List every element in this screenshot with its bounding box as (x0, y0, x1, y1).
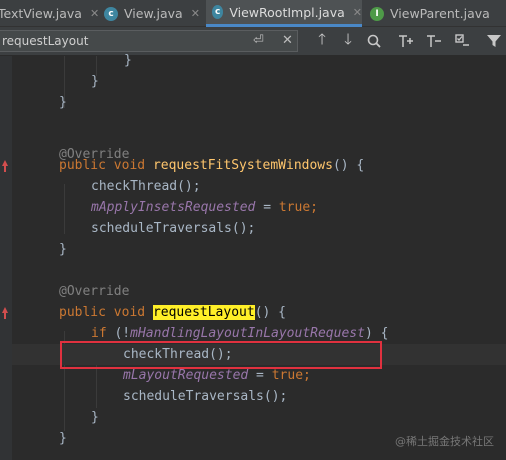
code-line: } (59, 242, 67, 257)
code-line: mApplyInsetsRequested = true; (91, 200, 318, 215)
tab-view[interactable]: c View.java ✕ (104, 0, 200, 27)
java-interface-icon: I (370, 6, 384, 21)
next-occurrence-button[interactable]: 🡓 (338, 30, 358, 51)
tab-textview[interactable]: TextView.java ✕ (0, 0, 99, 27)
previous-occurrence-button[interactable]: 🡑 (312, 30, 332, 51)
annotation-highlight-box (60, 341, 382, 369)
tab-viewparent[interactable]: I ViewParent.java (366, 0, 506, 27)
clear-icon[interactable]: ✕ (282, 33, 293, 49)
tab-label: ViewParent.java (390, 6, 490, 21)
code-line: scheduleTraversals(); (123, 389, 288, 404)
close-tab-icon[interactable]: ✕ (353, 6, 362, 19)
java-class-icon: c (104, 6, 118, 21)
remove-occurrence-icon[interactable] (424, 31, 444, 51)
close-tab-icon[interactable]: ✕ (191, 7, 200, 20)
code-line: scheduleTraversals(); (91, 221, 256, 236)
java-class-icon: c (212, 5, 224, 19)
editor-tab-bar: TextView.java ✕ c View.java ✕ c ViewRoot… (0, 0, 506, 27)
select-all-occurrences-icon[interactable] (452, 31, 472, 51)
new-line-icon[interactable]: ⏎ (253, 33, 264, 49)
tab-label: ViewRootImpl.java (229, 4, 345, 20)
close-tab-icon[interactable]: ✕ (90, 7, 99, 20)
tab-label: View.java (124, 6, 183, 21)
find-all-icon[interactable] (364, 31, 384, 51)
watermark: @稀土掘金技术社区 (395, 435, 494, 448)
code-line: @Override (59, 284, 130, 299)
tab-viewrootimpl[interactable]: c ViewRootImpl.java ✕ (206, 0, 362, 27)
tab-label: TextView.java (0, 6, 82, 21)
code-line: } (124, 53, 132, 68)
overriding-method-icon[interactable] (0, 307, 9, 319)
editor-gutter (0, 56, 12, 460)
overriding-method-icon[interactable] (0, 160, 9, 172)
code-line: checkThread(); (91, 179, 201, 194)
code-line: } (91, 410, 99, 425)
code-line: } (91, 74, 99, 89)
code-line: public void requestLayout() { (59, 305, 286, 320)
filter-icon[interactable] (484, 31, 504, 51)
code-line: } (59, 95, 67, 110)
code-editor[interactable]: } } } @Override public void requestFitSy… (12, 53, 506, 460)
add-occurrence-icon[interactable] (396, 31, 416, 51)
search-match-highlight: requestLayout (152, 305, 255, 320)
code-line: public void requestFitSystemWindows() { (59, 158, 365, 173)
